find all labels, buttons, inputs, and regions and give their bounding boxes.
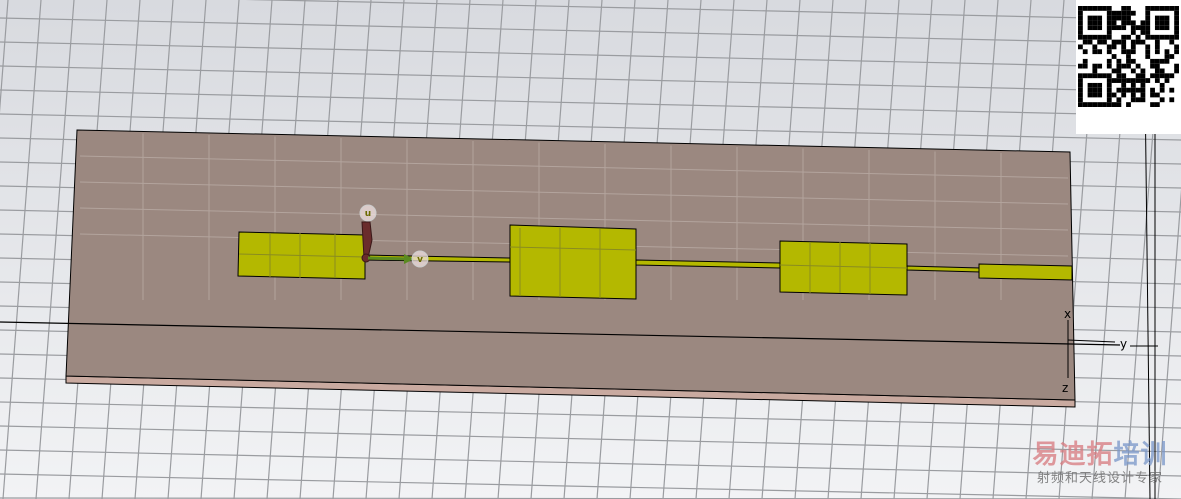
watermark: 易迪拓 培训 射频和天线设计专家 (1020, 440, 1180, 492)
resonator-patch-2[interactable] (509, 224, 637, 300)
axis-label-z: z (1062, 381, 1068, 395)
port-label-u: u (365, 209, 371, 219)
watermark-title-red: 易迪拓 (1032, 440, 1114, 470)
watermark-subtitle: 射频和天线设计专家 (1036, 471, 1163, 486)
watermark-title-blue: 培训 (1113, 440, 1168, 470)
port-label-v: v (417, 255, 423, 265)
output-line[interactable] (978, 263, 1073, 281)
3d-viewport[interactable]: u v x y z (0, 0, 1181, 499)
axis-label-x: x (1064, 307, 1071, 321)
qr-code (1076, 0, 1181, 134)
axis-label-y: y (1120, 337, 1127, 351)
